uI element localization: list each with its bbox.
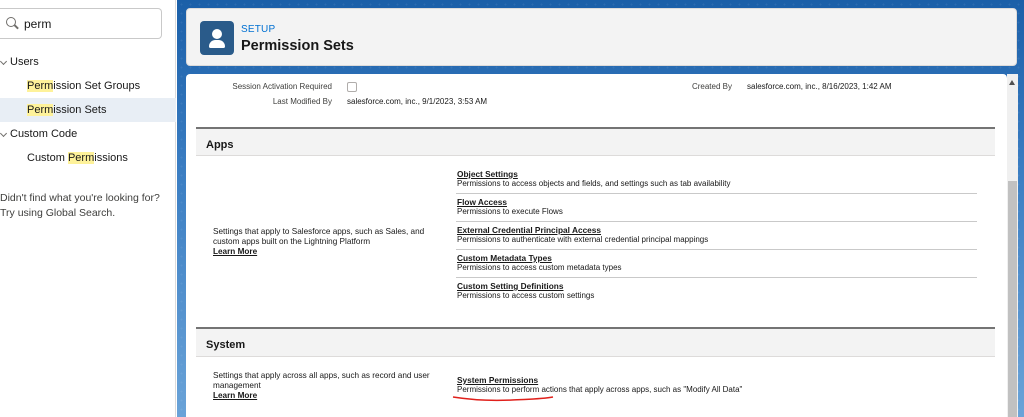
- search-match-highlight: Perm: [27, 80, 54, 92]
- quick-find-search[interactable]: [0, 8, 162, 39]
- created-by-value: salesforce.com, inc., 8/16/2023, 1:42 AM: [747, 82, 892, 91]
- apps-desc-text: Settings that apply to Salesforce apps, …: [213, 227, 425, 246]
- apps-description: Settings that apply to Salesforce apps, …: [213, 227, 443, 257]
- chevron-down-icon[interactable]: [0, 57, 8, 66]
- search-match-highlight: Perm: [27, 104, 54, 116]
- help-line: Try using Global Search.: [0, 207, 116, 219]
- perm-system-permissions: System Permissions Permissions to perfor…: [457, 375, 977, 395]
- apps-learn-more-link[interactable]: Learn More: [213, 247, 257, 256]
- content-panel: Session Activation Required Created By s…: [186, 74, 1007, 417]
- main-area: SETUP Permission Sets Session Activation…: [177, 0, 1024, 417]
- system-section-title: System: [206, 339, 246, 351]
- quick-find-input[interactable]: [24, 16, 154, 31]
- apps-section-body: Settings that apply to Salesforce apps, …: [196, 155, 995, 320]
- divider: [456, 193, 977, 194]
- system-section: System Settings that apply across all ap…: [196, 327, 995, 417]
- system-description: Settings that apply across all apps, suc…: [213, 371, 443, 401]
- search-help-text: Didn't find what you're looking for? Try…: [0, 191, 176, 221]
- last-modified-label: Last Modified By: [272, 97, 332, 106]
- custom-metadata-types-link[interactable]: Custom Metadata Types: [457, 253, 977, 263]
- tree-item-permission-sets[interactable]: Perm ission Sets: [0, 98, 176, 122]
- last-modified-value: salesforce.com, inc., 9/1/2023, 3:53 AM: [347, 97, 488, 106]
- apps-section: Apps Settings that apply to Salesforce a…: [196, 127, 995, 320]
- perm-custom-metadata-types: Custom Metadata Types Permissions to acc…: [457, 253, 977, 273]
- tree-item-label: Users: [10, 56, 39, 68]
- tree-item-custom-permissions[interactable]: Custom Perm issions: [0, 146, 176, 170]
- object-settings-link[interactable]: Object Settings: [457, 169, 977, 179]
- custom-setting-definitions-link[interactable]: Custom Setting Definitions: [457, 281, 977, 291]
- perm-flow-access: Flow Access Permissions to execute Flows: [457, 197, 977, 217]
- perm-description: Permissions to access custom settings: [457, 291, 595, 300]
- tree-item-users[interactable]: Users: [0, 50, 176, 74]
- perm-object-settings: Object Settings Permissions to access ob…: [457, 169, 977, 189]
- search-icon: [6, 16, 20, 31]
- tree-item-label: ission Sets: [53, 104, 107, 116]
- system-desc-text: Settings that apply across all apps, suc…: [213, 371, 430, 390]
- flow-access-link[interactable]: Flow Access: [457, 197, 977, 207]
- chevron-down-icon[interactable]: [0, 129, 8, 138]
- divider: [456, 221, 977, 222]
- setup-label: SETUP: [241, 24, 276, 35]
- page-title: Permission Sets: [241, 38, 354, 54]
- external-credential-link[interactable]: External Credential Principal Access: [457, 225, 977, 235]
- tree-item-label: Custom Code: [10, 128, 78, 140]
- page-header: SETUP Permission Sets: [186, 8, 1017, 66]
- user-icon: [200, 21, 234, 55]
- help-line: Didn't find what you're looking for?: [0, 192, 160, 204]
- divider: [456, 277, 977, 278]
- perm-custom-setting-definitions: Custom Setting Definitions Permissions t…: [457, 281, 977, 301]
- created-by-label: Created By: [691, 82, 732, 91]
- perm-description: Permissions to execute Flows: [457, 207, 563, 216]
- content-scrollbar[interactable]: [1007, 74, 1018, 417]
- divider: [456, 249, 977, 250]
- perm-description: Permissions to authenticate with externa…: [457, 235, 709, 244]
- session-activation-label: Session Activation Required: [232, 82, 332, 91]
- system-section-body: Settings that apply across all apps, suc…: [196, 356, 995, 417]
- setup-sidebar: Users Permission Set Groups Permission S…: [0, 0, 176, 417]
- perm-description: Permissions to access objects and fields…: [457, 179, 731, 188]
- tree-item-permission-set-groups[interactable]: Perm ission Set Groups: [0, 74, 176, 98]
- system-permissions-link[interactable]: System Permissions: [457, 375, 977, 385]
- tree-item-label: ission Set Groups: [53, 80, 141, 92]
- apps-section-title: Apps: [206, 139, 234, 151]
- tree-item-custom-code[interactable]: Custom Code: [0, 122, 176, 146]
- search-match-highlight: Perm: [67, 152, 95, 164]
- red-annotation-underline: [452, 396, 554, 402]
- tree-item-label: issions: [94, 152, 128, 164]
- perm-description: Permissions to access custom metadata ty…: [457, 263, 622, 272]
- session-activation-checkbox: [347, 82, 357, 92]
- setup-tree: Users Perm ission Set Groups Perm ission S…: [0, 50, 176, 170]
- system-learn-more-link[interactable]: Learn More: [213, 391, 257, 400]
- perm-external-credential: External Credential Principal Access Per…: [457, 225, 977, 245]
- scroll-thumb[interactable]: [1008, 181, 1017, 417]
- scroll-up-arrow-icon[interactable]: [1009, 80, 1015, 85]
- tree-item-label-prefix: Custom: [27, 152, 68, 164]
